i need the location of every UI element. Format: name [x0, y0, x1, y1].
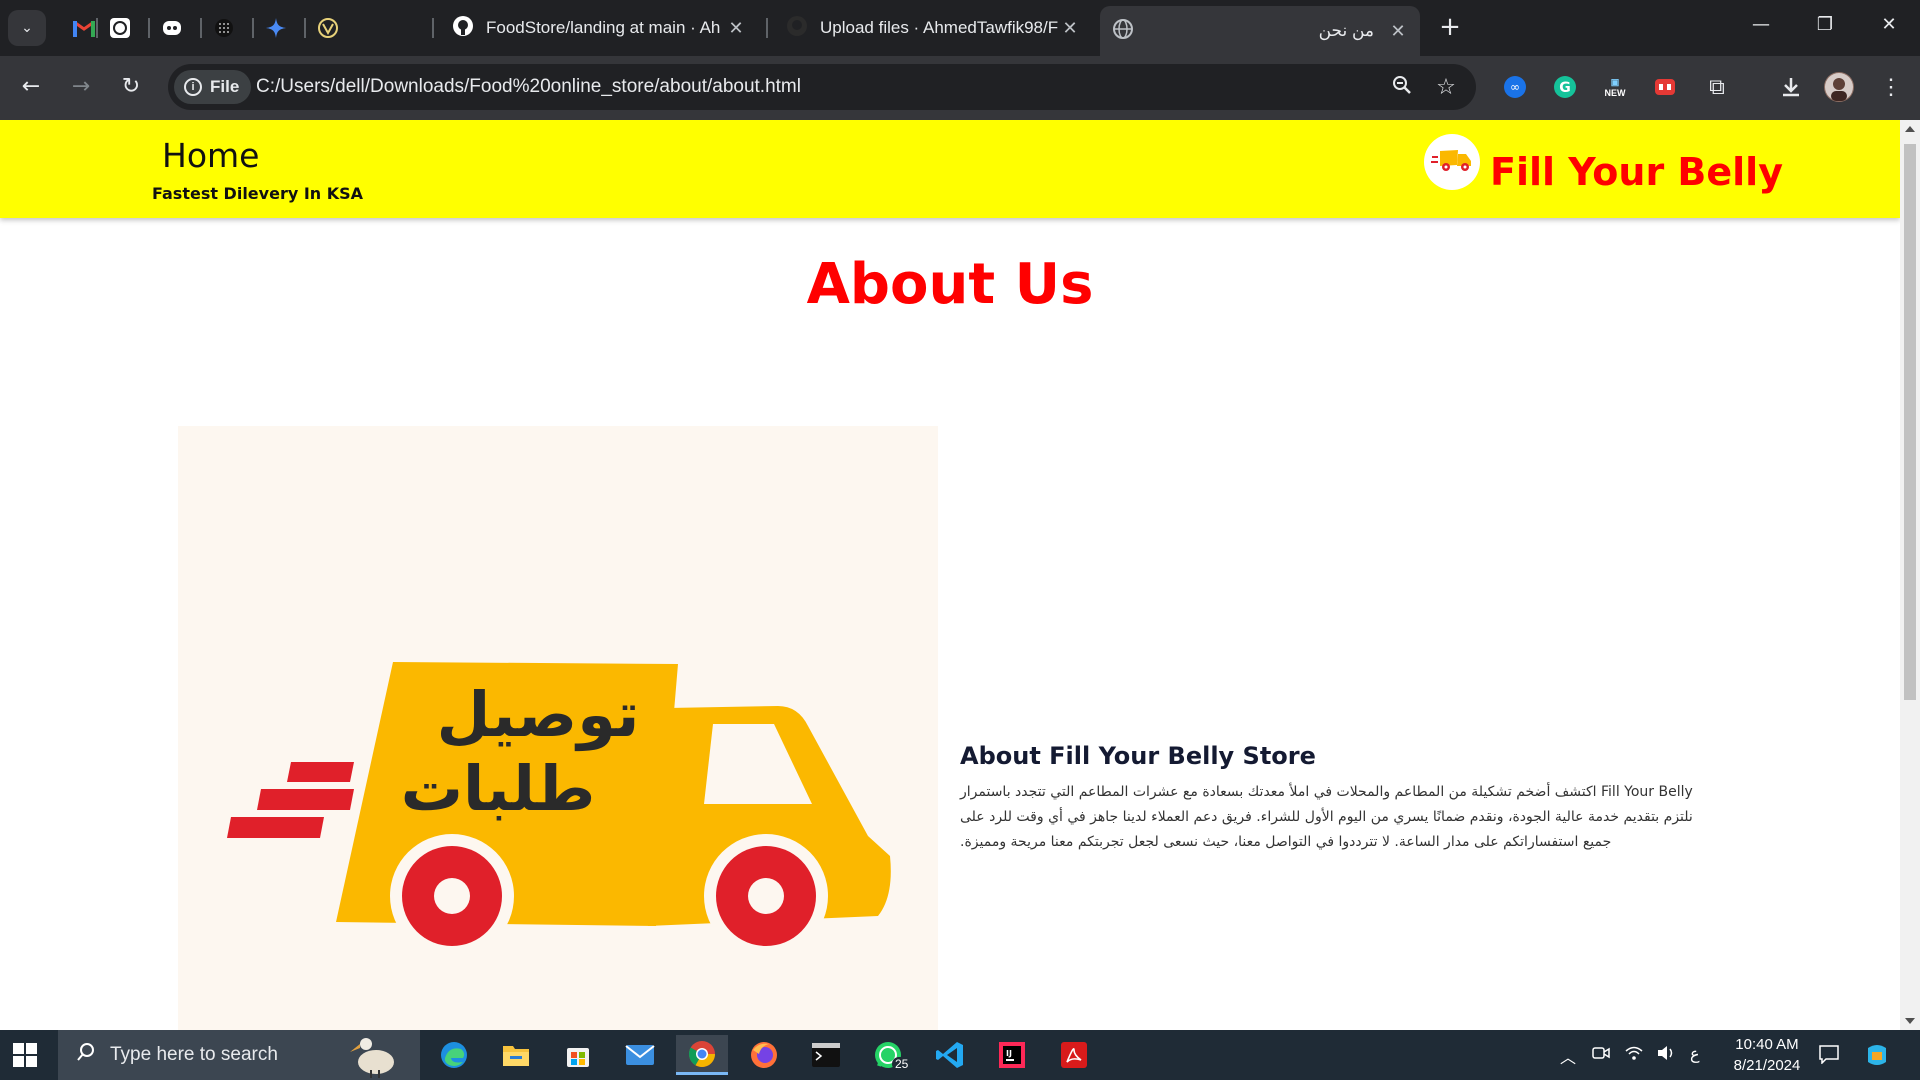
site-header: Home Fastest Dilevery In KSA Fill Your B… — [0, 120, 1900, 218]
new-tab-button[interactable]: + — [1436, 14, 1464, 42]
copilot-icon[interactable] — [156, 12, 188, 44]
chrome-icon[interactable] — [676, 1035, 728, 1075]
chatgpt-icon[interactable] — [104, 12, 136, 44]
browser-menu-icon[interactable]: ⋮ — [1876, 72, 1906, 102]
site-info-chip[interactable]: i File — [174, 70, 252, 104]
info-icon: i — [184, 78, 202, 96]
browser-tab-strip: ⌄ FoodStore/landing at main · Ah ✕ Uploa… — [0, 0, 1920, 56]
close-icon[interactable]: ✕ — [726, 18, 746, 39]
page-title: About Us — [806, 252, 1094, 317]
close-icon[interactable]: ✕ — [1060, 18, 1080, 39]
close-window-button[interactable]: ✕ — [1874, 14, 1904, 42]
tagline: Fastest Dilevery In KSA — [152, 184, 364, 203]
page-scrollbar[interactable] — [1900, 120, 1920, 1030]
tab-title: من نحن — [1318, 21, 1374, 40]
tab-upload-files[interactable]: Upload files · AhmedTawfik98/F ✕ — [774, 8, 1092, 48]
nav-home-link[interactable]: Home — [162, 136, 259, 175]
wifi-icon[interactable] — [1624, 1044, 1644, 1067]
extensions-puzzle-icon[interactable]: ⧉ — [1702, 72, 1732, 102]
tab-about-active[interactable]: من نحن ✕ — [1100, 6, 1420, 56]
downloads-icon[interactable] — [1776, 72, 1806, 102]
url-text[interactable]: C:/Users/dell/Downloads/Food%20online_st… — [256, 76, 801, 98]
zoom-icon[interactable] — [1388, 74, 1416, 102]
github-icon — [452, 15, 474, 42]
search-placeholder: Type here to search — [110, 1044, 278, 1065]
terminal-icon[interactable] — [800, 1035, 852, 1075]
perplexity-icon[interactable] — [208, 12, 240, 44]
extension-red-icon[interactable] — [1650, 72, 1680, 102]
svg-text:IJ: IJ — [1006, 1049, 1012, 1058]
tab-foodstore-landing[interactable]: FoodStore/landing at main · Ah ✕ — [440, 8, 758, 48]
input-language-indicator[interactable]: ع — [1690, 1044, 1700, 1064]
profile-avatar[interactable] — [1824, 72, 1854, 102]
extension-infinity-icon[interactable]: ∞ — [1500, 72, 1530, 102]
firefox-icon[interactable] — [738, 1035, 790, 1075]
volume-icon[interactable] — [1656, 1044, 1676, 1067]
tab-title: FoodStore/landing at main · Ah — [486, 18, 721, 37]
globe-icon — [1112, 18, 1134, 45]
search-icon — [76, 1042, 96, 1068]
system-clock[interactable]: 10:40 AM 8/21/2024 — [1712, 1034, 1822, 1076]
hero-text-line1: توصيل — [437, 678, 640, 751]
site-info-label: File — [210, 77, 240, 96]
mail-icon[interactable] — [614, 1035, 666, 1075]
vscode-icon[interactable] — [924, 1035, 976, 1075]
clock-time: 10:40 AM — [1735, 1036, 1799, 1053]
restore-button[interactable]: ❐ — [1810, 14, 1840, 42]
github-icon — [786, 15, 808, 42]
copilot-taskbar-icon[interactable] — [1864, 1044, 1890, 1073]
grammarly-icon[interactable]: G — [1550, 72, 1580, 102]
forward-button[interactable]: → — [66, 72, 96, 102]
chevron-up-icon[interactable]: ︿ — [1560, 1044, 1576, 1068]
windows-taskbar: Type here to search 25 IJ ︿ ع 10:40 AM 8… — [0, 1030, 1920, 1080]
close-icon[interactable]: ✕ — [1388, 21, 1408, 42]
about-info-title: About Fill Your Belly Store — [960, 742, 1316, 770]
meet-now-icon[interactable] — [1592, 1044, 1610, 1067]
scroll-up-icon[interactable] — [1905, 126, 1915, 132]
minimize-button[interactable]: — — [1746, 14, 1776, 42]
tab-search-button[interactable]: ⌄ — [8, 10, 46, 46]
clock-date: 8/21/2024 — [1733, 1057, 1801, 1074]
reload-button[interactable]: ↻ — [116, 72, 146, 102]
whatsapp-icon[interactable]: 25 — [862, 1035, 914, 1075]
taskbar-search-box[interactable]: Type here to search — [58, 1030, 420, 1080]
address-bar[interactable]: i File C:/Users/dell/Downloads/Food%20on… — [168, 64, 1476, 110]
extension-new-icon[interactable]: ▣ NEW — [1600, 72, 1630, 102]
brand-name[interactable]: Fill Your Belly — [1490, 150, 1783, 194]
adobe-acrobat-icon[interactable] — [1048, 1035, 1100, 1075]
delivery-truck-image: توصيل طلبات — [178, 426, 938, 1030]
extension-new-label: NEW — [1604, 87, 1626, 98]
intellij-icon[interactable]: IJ — [986, 1035, 1038, 1075]
page-viewport: Home Fastest Dilevery In KSA Fill Your B… — [0, 120, 1900, 1030]
about-info-section: About Fill Your Belly Store Fill Your Be… — [960, 742, 1720, 855]
bookmark-star-icon[interactable]: ☆ — [1432, 74, 1460, 102]
pelican-search-highlight-icon — [346, 1032, 402, 1080]
file-explorer-icon[interactable] — [490, 1035, 542, 1075]
vercel-icon[interactable] — [312, 12, 344, 44]
delivery-truck-icon — [1430, 145, 1474, 179]
edge-icon[interactable] — [428, 1035, 480, 1075]
svg-text:∞: ∞ — [1510, 80, 1520, 94]
browser-toolbar: ← → ↻ i File C:/Users/dell/Downloads/Foo… — [0, 56, 1920, 120]
microsoft-store-icon[interactable] — [552, 1035, 604, 1075]
whatsapp-badge: 25 — [892, 1057, 912, 1071]
gemini-icon[interactable] — [260, 12, 292, 44]
notifications-icon[interactable] — [1818, 1044, 1840, 1069]
back-button[interactable]: ← — [16, 72, 46, 102]
svg-text:G: G — [1559, 80, 1571, 96]
tab-title: Upload files · AhmedTawfik98/F — [820, 18, 1059, 37]
scroll-down-icon[interactable] — [1905, 1018, 1915, 1024]
site-logo[interactable] — [1424, 134, 1480, 190]
about-info-text: Fill Your Belly اكتشف أضخم تشكيلة من الم… — [960, 784, 1693, 850]
windows-start-icon[interactable] — [12, 1042, 38, 1068]
hero-text-line2: طلبات — [401, 752, 596, 825]
scroll-thumb[interactable] — [1904, 144, 1916, 700]
